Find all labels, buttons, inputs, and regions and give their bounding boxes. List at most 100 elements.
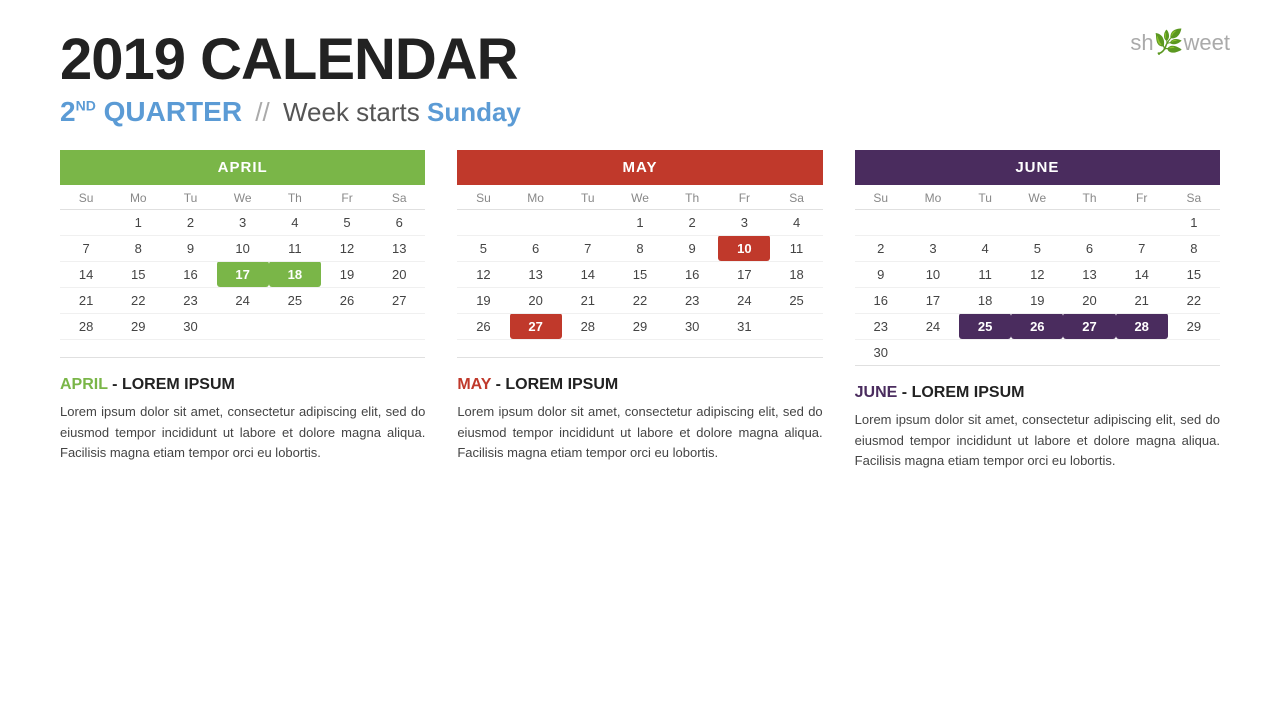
table-cell: 12 (457, 261, 509, 287)
may-th: Th (666, 185, 718, 210)
may-section-label: MAY - LOREM IPSUM (457, 376, 822, 394)
may-we: We (614, 185, 666, 210)
table-cell: 2 (666, 209, 718, 235)
table-cell: 10 (907, 261, 959, 287)
table-cell: 19 (457, 287, 509, 313)
june-sa: Sa (1168, 185, 1220, 210)
table-cell: 22 (112, 287, 164, 313)
header-title: 2019 CALENDAR (60, 28, 1220, 92)
table-row: 5 6 7 8 9 10 11 (457, 235, 822, 261)
table-cell: 29 (614, 313, 666, 339)
april-body: 1 2 3 4 5 6 7 8 9 10 11 12 13 (60, 209, 425, 357)
table-cell: 20 (510, 287, 562, 313)
june-section-label: JUNE - LOREM IPSUM (855, 384, 1220, 402)
table-cell: 29 (112, 313, 164, 339)
table-row: 7 8 9 10 11 12 13 (60, 235, 425, 261)
table-cell: 9 (164, 235, 216, 261)
table-row: 2 3 4 5 6 7 8 (855, 235, 1220, 261)
table-cell (907, 209, 959, 235)
table-cell: 14 (1116, 261, 1168, 287)
table-cell: 3 (217, 209, 269, 235)
table-cell: 5 (1011, 235, 1063, 261)
table-cell: 15 (1168, 261, 1220, 287)
table-row: 28 29 30 (60, 313, 425, 339)
april-day-names: Su Mo Tu We Th Fr Sa (60, 185, 425, 210)
june-column: JUNE Su Mo Tu We Th Fr Sa (855, 150, 1220, 472)
table-cell: 13 (373, 235, 425, 261)
table-cell: 18 (770, 261, 822, 287)
table-row: 1 (855, 209, 1220, 235)
table-cell (562, 209, 614, 235)
table-cell: 5 (321, 209, 373, 235)
table-cell: 26 (321, 287, 373, 313)
may-lorem: Lorem ipsum dolor sit amet, consectetur … (457, 402, 822, 464)
table-row: 16 17 18 19 20 21 22 (855, 287, 1220, 313)
quarter-label: QUARTER (104, 96, 242, 127)
table-cell: 12 (1011, 261, 1063, 287)
table-cell: 16 (164, 261, 216, 287)
table-cell: 8 (1168, 235, 1220, 261)
june-header-row: JUNE (855, 150, 1220, 185)
may-calendar: MAY Su Mo Tu We Th Fr Sa (457, 150, 822, 358)
april-section-label: APRIL - LOREM IPSUM (60, 376, 425, 394)
table-cell (1011, 339, 1063, 365)
may-tu: Tu (562, 185, 614, 210)
table-row: 14 15 16 17 18 19 20 (60, 261, 425, 287)
table-cell (269, 313, 321, 339)
table-cell: 23 (855, 313, 907, 339)
sunday-text: Sunday (427, 97, 521, 127)
table-cell: 4 (269, 209, 321, 235)
table-cell: 23 (164, 287, 216, 313)
table-cell: 25 (770, 287, 822, 313)
table-cell: 29 (1168, 313, 1220, 339)
april-header-row: APRIL (60, 150, 425, 185)
table-cell (1063, 209, 1115, 235)
table-row: 19 20 21 22 23 24 25 (457, 287, 822, 313)
table-cell: 21 (60, 287, 112, 313)
june-label-name: JUNE (855, 384, 898, 401)
may-column: MAY Su Mo Tu We Th Fr Sa (457, 150, 822, 464)
june-lorem: Lorem ipsum dolor sit amet, consectetur … (855, 410, 1220, 472)
table-cell: 17 (907, 287, 959, 313)
may-body: 1 2 3 4 5 6 7 8 9 10 11 (457, 209, 822, 357)
table-cell (1168, 339, 1220, 365)
table-cell: 24 (217, 287, 269, 313)
may-header-row: MAY (457, 150, 822, 185)
table-cell: 26 (457, 313, 509, 339)
table-cell: 3 (907, 235, 959, 261)
april-column: APRIL Su Mo Tu We Th Fr Sa 1 (60, 150, 425, 464)
table-row: 21 22 23 24 25 26 27 (60, 287, 425, 313)
april-lorem: Lorem ipsum dolor sit amet, consectetur … (60, 402, 425, 464)
table-cell (60, 209, 112, 235)
june-label-suffix: - LOREM IPSUM (897, 384, 1024, 401)
logo-sh: sh (1130, 30, 1153, 55)
may-header: MAY (457, 150, 822, 185)
june-25-highlighted: 25 (959, 313, 1011, 339)
table-cell (457, 339, 822, 357)
april-header: APRIL (60, 150, 425, 185)
table-cell: 19 (1011, 287, 1063, 313)
table-cell: 31 (718, 313, 770, 339)
header-subtitle: 2ND QUARTER // Week starts Sunday (60, 96, 1220, 128)
table-row: 30 (855, 339, 1220, 365)
table-cell (217, 313, 269, 339)
week-starts-text: Week starts (283, 97, 420, 127)
table-row: 1 2 3 4 5 6 (60, 209, 425, 235)
may-sa: Sa (770, 185, 822, 210)
april-th: Th (269, 185, 321, 210)
table-cell: 12 (321, 235, 373, 261)
april-label-name: APRIL (60, 376, 108, 393)
quarter-number: 2ND QUARTER (60, 96, 242, 127)
table-cell (1063, 339, 1115, 365)
table-row: 12 13 14 15 16 17 18 (457, 261, 822, 287)
table-cell: 3 (718, 209, 770, 235)
table-cell: 4 (770, 209, 822, 235)
table-cell: 11 (959, 261, 1011, 287)
table-cell: 15 (112, 261, 164, 287)
table-row: 26 27 28 29 30 31 (457, 313, 822, 339)
table-cell: 6 (1063, 235, 1115, 261)
june-27-highlighted: 27 (1063, 313, 1115, 339)
may-day-names: Su Mo Tu We Th Fr Sa (457, 185, 822, 210)
page: sh🌿weet 2019 CALENDAR 2ND QUARTER // Wee… (0, 0, 1280, 720)
calendars-row: APRIL Su Mo Tu We Th Fr Sa 1 (60, 150, 1220, 472)
